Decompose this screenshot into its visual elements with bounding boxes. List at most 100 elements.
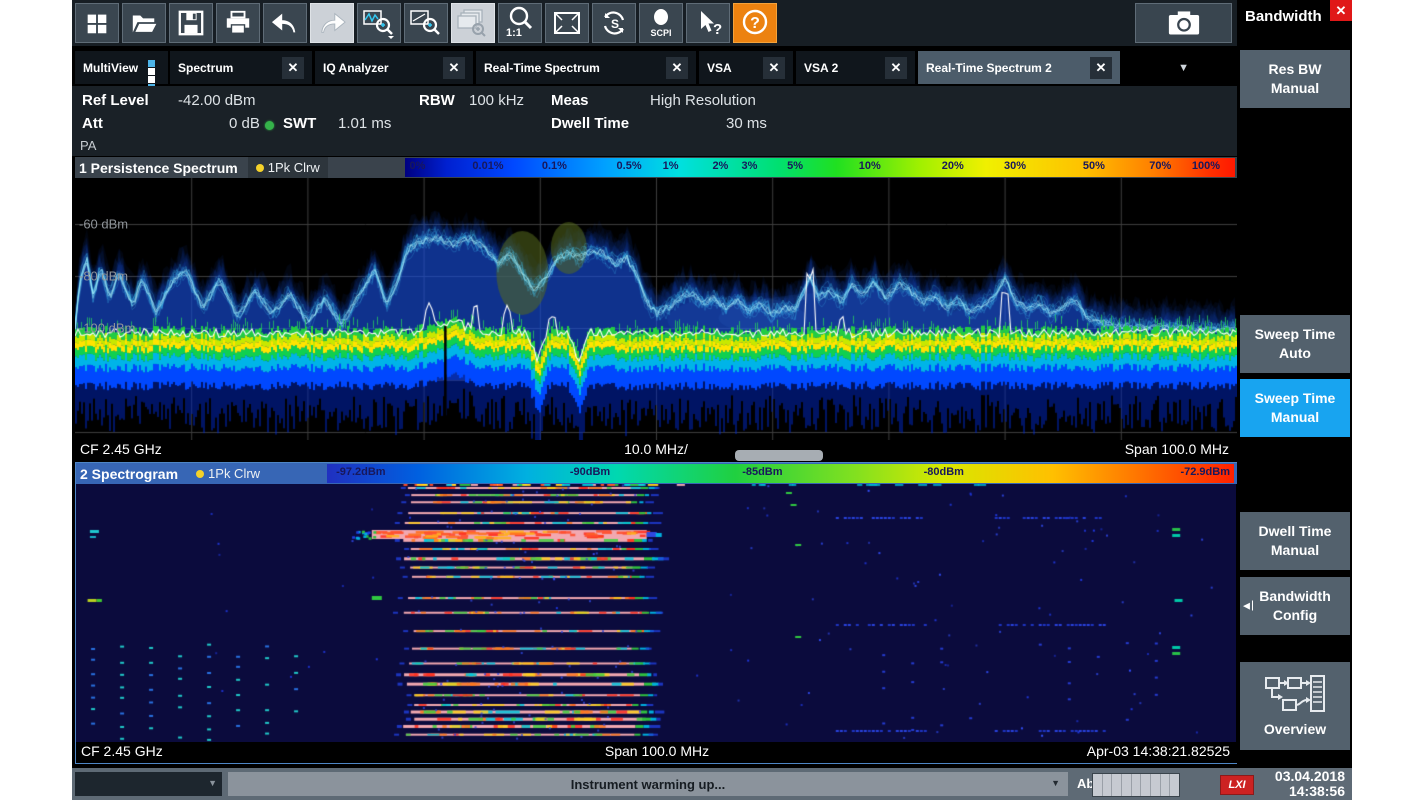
spectrogram-plot[interactable] xyxy=(76,484,1238,742)
span-label[interactable]: Span 100.0 MHz xyxy=(1125,441,1229,457)
swt-value[interactable]: 1.01 ms xyxy=(338,115,391,132)
print-icon xyxy=(223,9,253,37)
softkey-label: Sweep Time xyxy=(1240,389,1350,408)
scale-label: 0.5% xyxy=(617,160,642,172)
preamp-label: PA xyxy=(80,138,96,153)
screenshot-button[interactable] xyxy=(1135,3,1232,43)
trace-label: 1Pk Clrw xyxy=(208,466,260,481)
trace-label: 1Pk Clrw xyxy=(268,160,320,175)
redo-button[interactable] xyxy=(310,3,354,43)
status-led-icon xyxy=(265,121,274,130)
ref-level-value[interactable]: -42.00 dBm xyxy=(178,92,256,109)
softkey-sweep-time-manual[interactable]: Sweep Time Manual xyxy=(1240,379,1350,437)
rbw-label: RBW xyxy=(419,92,455,109)
print-button[interactable] xyxy=(216,3,260,43)
windows-home-button[interactable] xyxy=(75,3,119,43)
zoom-1to1-icon: 1:1 xyxy=(503,6,537,40)
softkey-label: Manual xyxy=(1240,79,1350,98)
window1-title: 1 Persistence Spectrum xyxy=(75,160,238,176)
close-tab-icon[interactable]: ✕ xyxy=(885,57,907,79)
scale-label: 2% xyxy=(712,160,728,172)
tab-real-time-spectrum[interactable]: Real-Time Spectrum ✕ xyxy=(476,51,696,84)
close-tab-icon[interactable]: ✕ xyxy=(666,57,688,79)
svg-text:?: ? xyxy=(750,15,760,32)
softkey-bandwidth-config[interactable]: ◀ Bandwidth Config xyxy=(1240,577,1350,635)
persistence-canvas[interactable] xyxy=(75,178,1237,440)
softkey-res-bw-manual[interactable]: Res BW Manual xyxy=(1240,50,1350,108)
meas-label: Meas xyxy=(551,92,589,109)
message-filter-dropdown[interactable]: ▼ xyxy=(75,772,222,796)
tab-iq-analyzer[interactable]: IQ Analyzer ✕ xyxy=(315,51,473,84)
scpi-recorder-button[interactable]: SCPI xyxy=(639,3,683,43)
save-floppy-icon xyxy=(176,9,206,37)
softkey-label: Sweep Time xyxy=(1240,325,1350,344)
close-tab-icon[interactable]: ✕ xyxy=(282,57,304,79)
scale-label: 1% xyxy=(663,160,679,172)
tab-label: Real-Time Spectrum 2 xyxy=(926,61,1052,75)
window-splitter-handle[interactable] xyxy=(735,450,823,461)
softkey-label: Config xyxy=(1240,606,1350,625)
display-frame-button[interactable] xyxy=(545,3,589,43)
trace-info[interactable]: 1Pk Clrw xyxy=(188,463,268,484)
windows-icon xyxy=(82,9,112,37)
sequencer-refresh-icon: S xyxy=(598,8,630,38)
help-icon: ? xyxy=(738,6,772,40)
open-file-button[interactable] xyxy=(122,3,166,43)
trace-info[interactable]: 1Pk Clrw xyxy=(248,157,328,178)
swt-label: SWT xyxy=(283,115,316,132)
system-message-dropdown[interactable]: Instrument warming up... ▼ xyxy=(228,772,1068,796)
span-label[interactable]: Span 100.0 MHz xyxy=(605,743,709,759)
window2-titlebar[interactable]: 2 Spectrogram 1Pk Clrw -97.2dBm -90dBm -… xyxy=(76,463,1238,484)
persistence-spectrum-window[interactable]: 1 Persistence Spectrum 1Pk Clrw 0% 0.01%… xyxy=(75,157,1237,459)
softkey-overview[interactable]: Overview xyxy=(1240,662,1350,750)
tab-multiview[interactable]: MultiView xyxy=(75,51,168,84)
zoom-graphical-button[interactable] xyxy=(357,3,401,43)
close-tab-icon[interactable]: ✕ xyxy=(443,57,465,79)
tab-vsa[interactable]: VSA ✕ xyxy=(699,51,793,84)
softkey-dwell-time-manual[interactable]: Dwell Time Manual xyxy=(1240,512,1350,570)
window2-footer: CF 2.45 GHz Span 100.0 MHz Apr-03 14:38:… xyxy=(76,742,1238,761)
close-softkey-menu-button[interactable]: ✕ xyxy=(1330,0,1352,21)
ref-level-label: Ref Level xyxy=(82,92,149,109)
zoom-selection-button[interactable] xyxy=(404,3,448,43)
svg-text:S: S xyxy=(611,17,619,31)
close-tab-icon[interactable]: ✕ xyxy=(763,57,785,79)
trace-marker-icon xyxy=(196,470,204,478)
window2-title: 2 Spectrogram xyxy=(76,466,178,482)
lxi-status-icon: LXI xyxy=(1220,775,1254,795)
tab-overflow-dropdown-icon[interactable]: ▼ xyxy=(1178,62,1189,74)
tab-spectrum[interactable]: Spectrum ✕ xyxy=(170,51,312,84)
tab-real-time-spectrum-2[interactable]: Real-Time Spectrum 2 ✕ xyxy=(918,51,1120,84)
window1-titlebar[interactable]: 1 Persistence Spectrum 1Pk Clrw 0% 0.01%… xyxy=(75,157,1237,178)
trace-marker-icon xyxy=(256,164,264,172)
zoom-1to1-button[interactable]: 1:1 xyxy=(498,3,542,43)
tab-label: IQ Analyzer xyxy=(323,61,389,75)
scale-label: -97.2dBm xyxy=(336,466,386,478)
spectrogram-canvas[interactable] xyxy=(76,484,1236,742)
measurement-infobar: Ref Level -42.00 dBm RBW 100 kHz Meas Hi… xyxy=(72,86,1237,156)
close-tab-icon[interactable]: ✕ xyxy=(1090,57,1112,79)
y-axis-label: -80 dBm xyxy=(79,269,128,284)
sequencer-button[interactable]: S xyxy=(592,3,636,43)
persistence-plot[interactable]: -60 dBm -80 dBm -100 dBm xyxy=(75,178,1237,440)
graphical-zoom-icon xyxy=(362,7,396,39)
rbw-value[interactable]: 100 kHz xyxy=(469,92,524,109)
camera-icon xyxy=(1161,7,1207,39)
undo-button[interactable] xyxy=(263,3,307,43)
context-help-button[interactable]: ? xyxy=(686,3,730,43)
tab-vsa-2[interactable]: VSA 2 ✕ xyxy=(796,51,915,84)
scale-label: 50% xyxy=(1083,160,1105,172)
save-button[interactable] xyxy=(169,3,213,43)
meas-value[interactable]: High Resolution xyxy=(650,92,756,109)
softkey-sweep-time-auto[interactable]: Sweep Time Auto xyxy=(1240,315,1350,373)
overview-flowchart-icon xyxy=(1263,674,1327,720)
softkey-label: Manual xyxy=(1240,408,1350,427)
help-button[interactable]: ? xyxy=(733,3,777,43)
center-frequency-label[interactable]: CF 2.45 GHz xyxy=(80,441,162,457)
tab-label: MultiView xyxy=(83,61,138,75)
dwell-time-value[interactable]: 30 ms xyxy=(726,115,767,132)
spectrogram-window[interactable]: 2 Spectrogram 1Pk Clrw -97.2dBm -90dBm -… xyxy=(75,462,1239,764)
att-value[interactable]: 0 dB xyxy=(229,115,260,132)
multi-window-zoom-button[interactable] xyxy=(451,3,495,43)
center-frequency-label[interactable]: CF 2.45 GHz xyxy=(81,743,163,759)
